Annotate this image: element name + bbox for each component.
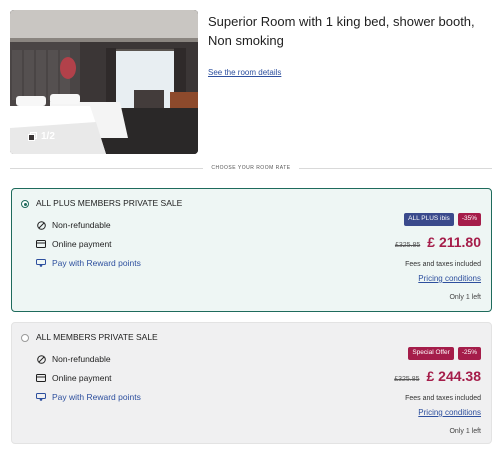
credit-card-icon <box>36 239 46 249</box>
rate-name: ALL MEMBERS PRIVATE SALE <box>36 332 158 342</box>
price-row: £325.85 £ 211.80 <box>395 234 481 250</box>
rate-radio-selected[interactable] <box>21 200 29 208</box>
availability-note: Only 1 left <box>449 294 481 301</box>
rate-badges: Special Offer -25% <box>408 347 481 360</box>
feature-label: Pay with Reward points <box>52 392 141 402</box>
divider-line-left <box>10 167 204 169</box>
photo-counter: 1/2 <box>28 131 55 142</box>
no-entry-icon <box>36 220 46 230</box>
reward-points-icon <box>36 392 46 402</box>
rate-section-divider: CHOOSE YOUR ROOM RATE <box>10 163 492 173</box>
rate-badges: ALL PLUS ibis -35% <box>404 213 481 226</box>
original-price: £325.85 <box>394 376 420 383</box>
availability-note: Only 1 left <box>449 428 481 435</box>
no-entry-icon <box>36 354 46 364</box>
member-badge: ALL PLUS ibis <box>404 213 454 226</box>
discount-badge: -35% <box>457 213 481 226</box>
pricing-conditions-link[interactable]: Pricing conditions <box>418 274 481 283</box>
divider-line-right <box>298 167 492 169</box>
feature-label: Online payment <box>52 239 112 249</box>
reward-points-icon <box>36 258 46 268</box>
feature-online-payment: Online payment <box>36 373 112 383</box>
pricing-conditions-link[interactable]: Pricing conditions <box>418 408 481 417</box>
rate-radio-unselected[interactable] <box>21 334 29 342</box>
fees-note: Fees and taxes included <box>405 395 481 402</box>
price-row: £325.85 £ 244.38 <box>394 368 481 384</box>
current-price: £ 244.38 <box>426 368 482 384</box>
original-price: £325.85 <box>394 242 421 249</box>
current-price: £ 211.80 <box>427 234 481 250</box>
feature-reward-points[interactable]: Pay with Reward points <box>36 258 141 268</box>
room-details-link[interactable]: See the room details <box>208 68 281 77</box>
feature-non-refundable: Non-refundable <box>36 220 111 230</box>
feature-online-payment: Online payment <box>36 239 112 249</box>
feature-label: Non-refundable <box>52 220 111 230</box>
feature-label: Pay with Reward points <box>52 258 141 268</box>
fees-note: Fees and taxes included <box>405 261 481 268</box>
rate-name: ALL PLUS MEMBERS PRIVATE SALE <box>36 198 183 208</box>
special-offer-badge: Special Offer <box>408 347 454 360</box>
photo-counter-text: 1/2 <box>41 131 55 142</box>
rate-card-all-plus[interactable]: ALL PLUS MEMBERS PRIVATE SALE Non-refund… <box>11 188 492 312</box>
feature-reward-points[interactable]: Pay with Reward points <box>36 392 141 402</box>
credit-card-icon <box>36 373 46 383</box>
feature-non-refundable: Non-refundable <box>36 354 111 364</box>
feature-label: Online payment <box>52 373 112 383</box>
room-title: Superior Room with 1 king bed, shower bo… <box>208 14 475 48</box>
room-photo[interactable]: 1/2 <box>10 10 198 154</box>
gallery-icon <box>28 132 37 141</box>
rate-card-all-members[interactable]: ALL MEMBERS PRIVATE SALE Non-refundable … <box>11 322 492 444</box>
feature-label: Non-refundable <box>52 354 111 364</box>
discount-badge: -25% <box>457 347 481 360</box>
rate-section-label: CHOOSE YOUR ROOM RATE <box>211 165 291 171</box>
